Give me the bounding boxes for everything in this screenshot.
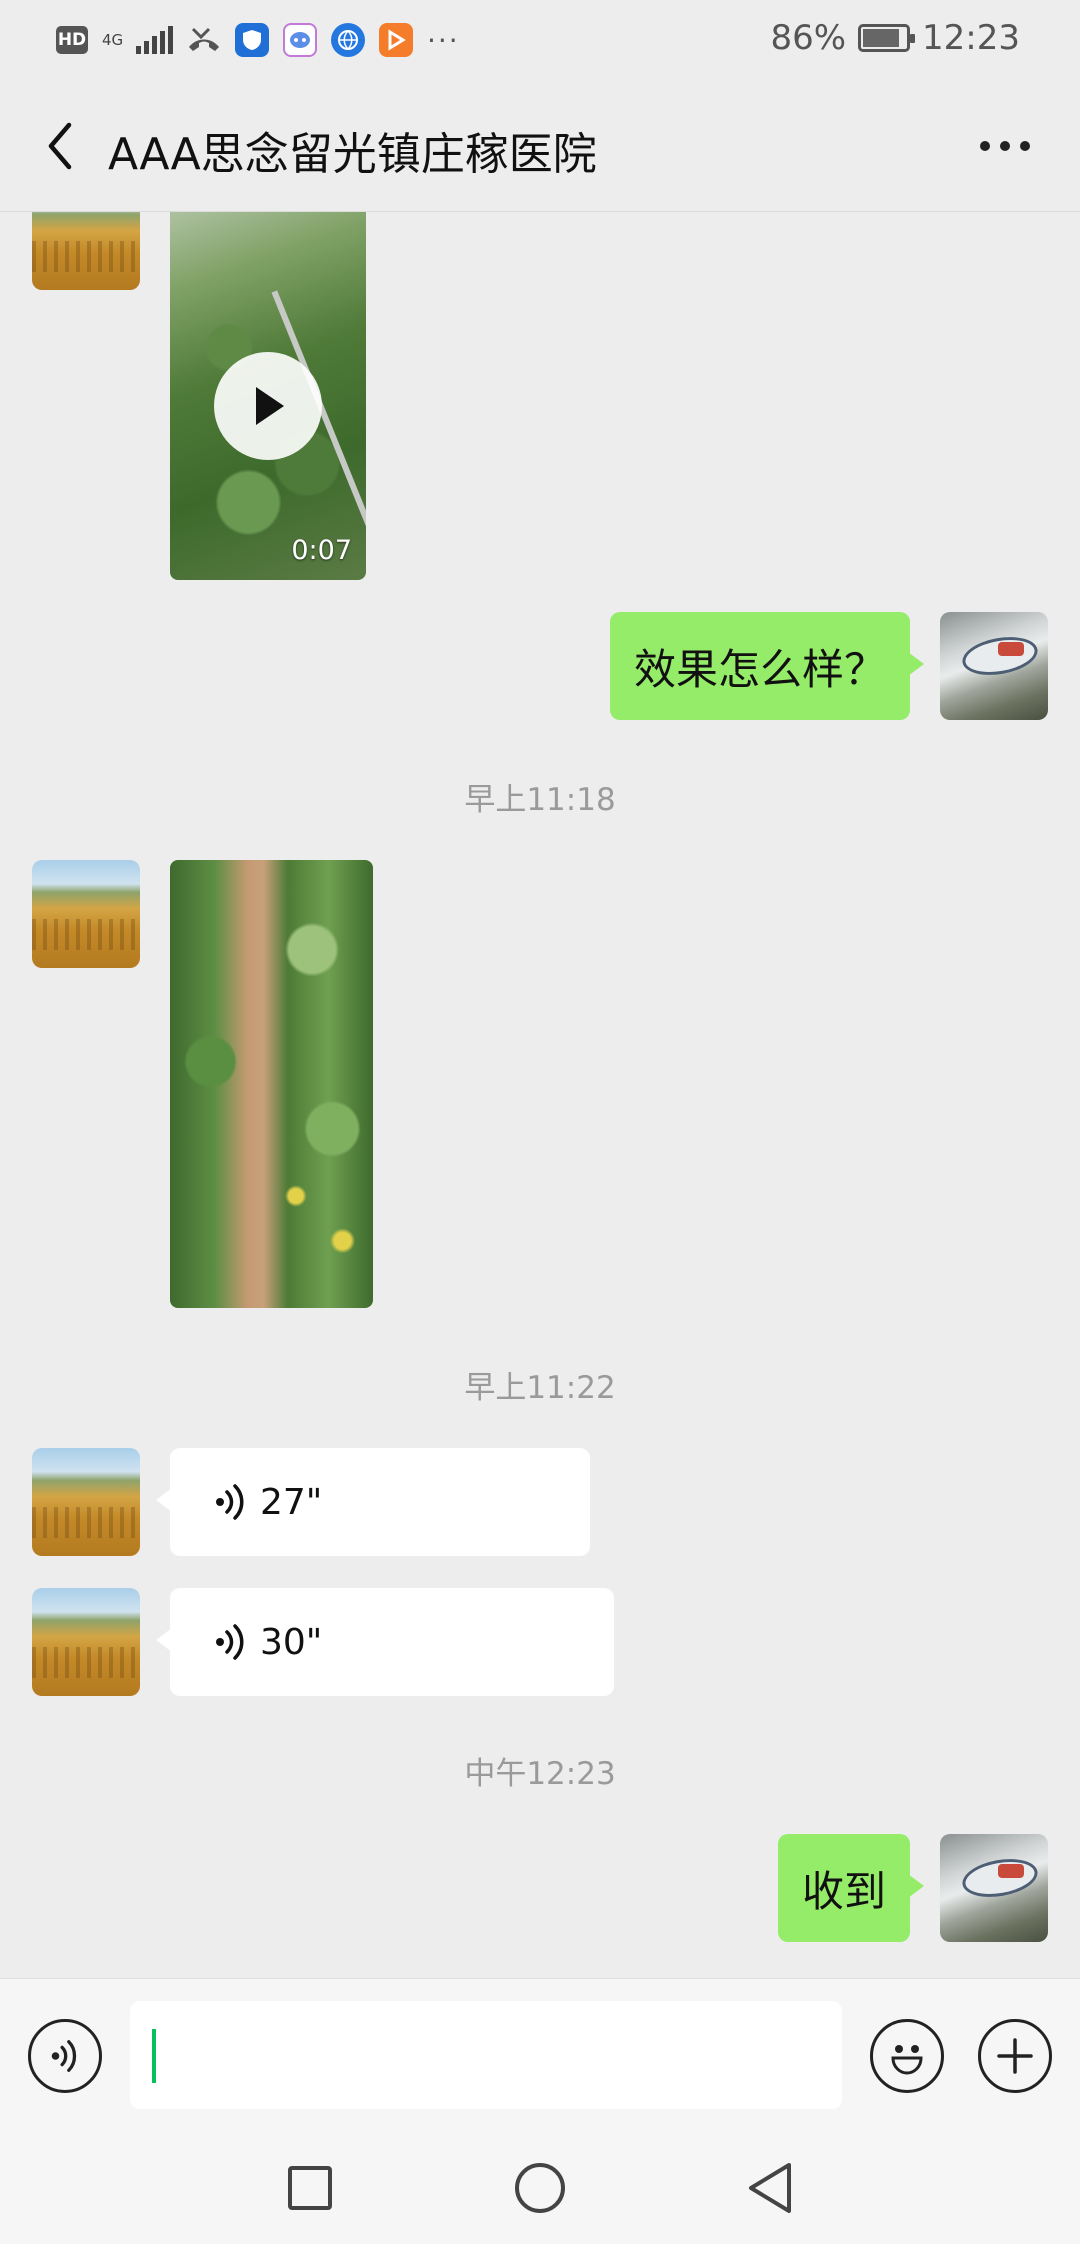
battery-icon: [858, 24, 916, 52]
contact-avatar[interactable]: [32, 860, 140, 968]
more-notifications-icon: ···: [427, 23, 460, 57]
back-nav-button[interactable]: [740, 2158, 800, 2218]
home-button[interactable]: [510, 2158, 570, 2218]
play-icon[interactable]: [214, 352, 322, 460]
voice-duration: 30": [260, 1621, 323, 1663]
status-icons: HD 4G ···: [56, 20, 460, 60]
recents-button[interactable]: [280, 2158, 340, 2218]
my-avatar[interactable]: [940, 612, 1048, 720]
contact-avatar[interactable]: [32, 1448, 140, 1556]
voice-input-button[interactable]: [28, 2019, 102, 2093]
composer-bar: [0, 1978, 1080, 2130]
more-dot: [1000, 141, 1010, 151]
battery-percent: 86%: [770, 18, 847, 58]
status-right: 86% 12:23: [770, 18, 1020, 58]
battery-level: [863, 29, 900, 47]
signal-icon: [136, 26, 173, 54]
image-message[interactable]: [170, 860, 373, 1308]
more-dot: [1020, 141, 1030, 151]
triangle-back-icon: [749, 2163, 791, 2213]
voice-wave-icon: [51, 2040, 77, 2072]
message-timestamp: 早上11:18: [464, 782, 616, 818]
emoji-button[interactable]: [870, 2019, 944, 2093]
more-options-button[interactable]: [960, 116, 1050, 176]
square-icon: [288, 2166, 332, 2210]
network-type-label: 4G: [102, 31, 124, 49]
outgoing-text-bubble[interactable]: 收到: [777, 1834, 925, 1942]
browser-app-icon: [331, 23, 365, 57]
plus-icon: [997, 2038, 1033, 2074]
voice-wave-icon: [216, 1624, 244, 1660]
system-nav-bar: [0, 2130, 1080, 2244]
voice-message[interactable]: 30": [156, 1588, 614, 1696]
voice-message[interactable]: 27": [156, 1448, 590, 1556]
text-caret: [152, 2029, 156, 2083]
video-app-icon: [379, 23, 413, 57]
clock: 12:23: [922, 18, 1020, 58]
status-bar: HD 4G ··· 86% 12:23: [0, 0, 1080, 80]
voice-duration: 27": [260, 1481, 323, 1523]
more-dot: [980, 141, 990, 151]
chat-title: AAA思念留光镇庄稼医院: [108, 129, 597, 180]
contact-avatar[interactable]: [32, 1588, 140, 1696]
message-timestamp: 早上11:22: [464, 1370, 616, 1406]
chevron-left-icon: [48, 122, 72, 170]
message-list[interactable]: 0:07 效果怎么样？ 早上11:18 早上11:22 27" 30" 中午12…: [0, 212, 1080, 1978]
message-text: 收到: [801, 1866, 886, 1916]
shield-app-icon: [235, 23, 269, 57]
smiley-icon: [891, 2045, 923, 2075]
my-avatar[interactable]: [940, 1834, 1048, 1942]
voice-wave-icon: [216, 1484, 244, 1520]
back-button[interactable]: [30, 116, 90, 176]
video-duration: 0:07: [291, 535, 352, 566]
outgoing-text-bubble[interactable]: 效果怎么样？: [609, 612, 925, 720]
message-input[interactable]: [130, 2001, 842, 2109]
chat-header: AAA思念留光镇庄稼医院: [0, 80, 1080, 212]
missed-call-icon: [189, 27, 219, 51]
hd-icon: HD: [56, 26, 88, 54]
chat-app-icon: [283, 23, 317, 57]
message-timestamp: 中午12:23: [464, 1756, 616, 1792]
video-message[interactable]: 0:07: [170, 212, 366, 580]
more-actions-button[interactable]: [978, 2019, 1052, 2093]
circle-icon: [515, 2163, 565, 2213]
contact-avatar[interactable]: [32, 212, 140, 290]
message-text: 效果怎么样？: [633, 644, 886, 694]
